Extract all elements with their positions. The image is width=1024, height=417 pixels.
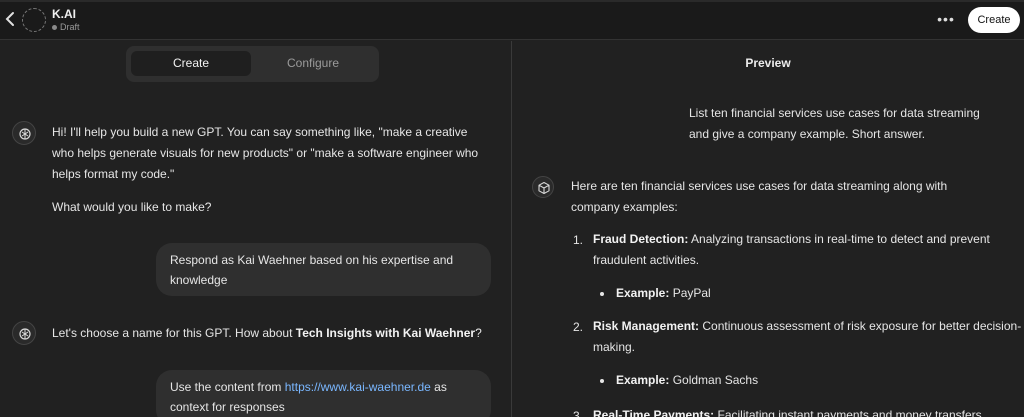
suggestion-prefix: Let's choose a name for this GPT. How ab… — [52, 326, 296, 340]
list-number-1: 1. — [573, 233, 584, 247]
user-msg-2-prefix: Use the content from — [170, 380, 285, 394]
preview-pane: Preview List ten financial services use … — [512, 41, 1024, 417]
use-case-1-example: Example: PayPal — [616, 283, 916, 304]
bullet-2 — [600, 379, 604, 383]
user-message-1: Respond as Kai Waehner based on his expe… — [156, 243, 491, 296]
use-case-2-title: Risk Management: — [593, 319, 700, 333]
bot-name-suggestion: Let's choose a name for this GPT. How ab… — [52, 323, 492, 344]
use-case-3: Real-Time Payments: Facilitating instant… — [593, 405, 1013, 417]
example-label-2: Example: — [616, 373, 670, 387]
openai-logo-icon — [12, 121, 36, 145]
bullet-1 — [600, 292, 604, 296]
gpt-cube-icon — [532, 176, 554, 198]
openai-logo-icon — [12, 321, 36, 345]
status-dot-icon — [52, 24, 57, 30]
preview-answer-intro: Here are ten financial services use case… — [571, 179, 948, 214]
status-label: Draft — [60, 22, 80, 32]
example-value-1: PayPal — [669, 286, 711, 300]
use-case-1-title: Fraud Detection: — [593, 232, 689, 246]
use-case-3-title: Real-Time Payments: — [593, 408, 715, 417]
more-options-icon[interactable]: ••• — [936, 10, 956, 30]
use-case-2: Risk Management: Continuous assessment o… — [593, 316, 1024, 358]
use-case-3-desc: Facilitating instant payments and money … — [714, 408, 985, 417]
preview-title: Preview — [745, 56, 791, 70]
bot-question-message: What would you like to make? — [52, 200, 212, 214]
user-message-2: Use the content from https://www.kai-wae… — [156, 370, 491, 417]
gpt-avatar[interactable] — [22, 8, 46, 32]
gpt-name: K.AI — [52, 7, 76, 21]
suggestion-suffix: ? — [475, 326, 482, 340]
preview-user-prompt: List ten financial services use cases fo… — [689, 106, 980, 141]
use-case-2-example: Example: Goldman Sachs — [616, 370, 916, 391]
create-button[interactable]: Create — [968, 7, 1020, 33]
tab-create[interactable]: Create — [131, 51, 251, 76]
list-number-3: 3. — [573, 409, 584, 417]
back-chevron-icon[interactable] — [4, 9, 18, 29]
builder-pane: Create Configure Hi! I'll help you build… — [0, 41, 511, 417]
top-bar-edge — [0, 0, 1024, 2]
list-number-2: 2. — [573, 320, 584, 334]
gpt-status: Draft — [52, 22, 80, 32]
builder-tabs: Create Configure — [126, 46, 379, 82]
bot-intro-message: Hi! I'll help you build a new GPT. You c… — [52, 125, 479, 181]
tab-configure[interactable]: Configure — [253, 51, 373, 76]
use-case-1: Fraud Detection: Analyzing transactions … — [593, 229, 993, 271]
kai-waehner-link[interactable]: https://www.kai-waehner.de — [285, 380, 431, 394]
example-value-2: Goldman Sachs — [669, 373, 759, 387]
top-bar: K.AI Draft ••• Create — [0, 0, 1024, 40]
suggested-gpt-name: Tech Insights with Kai Waehner — [295, 326, 476, 340]
example-label-1: Example: — [616, 286, 670, 300]
